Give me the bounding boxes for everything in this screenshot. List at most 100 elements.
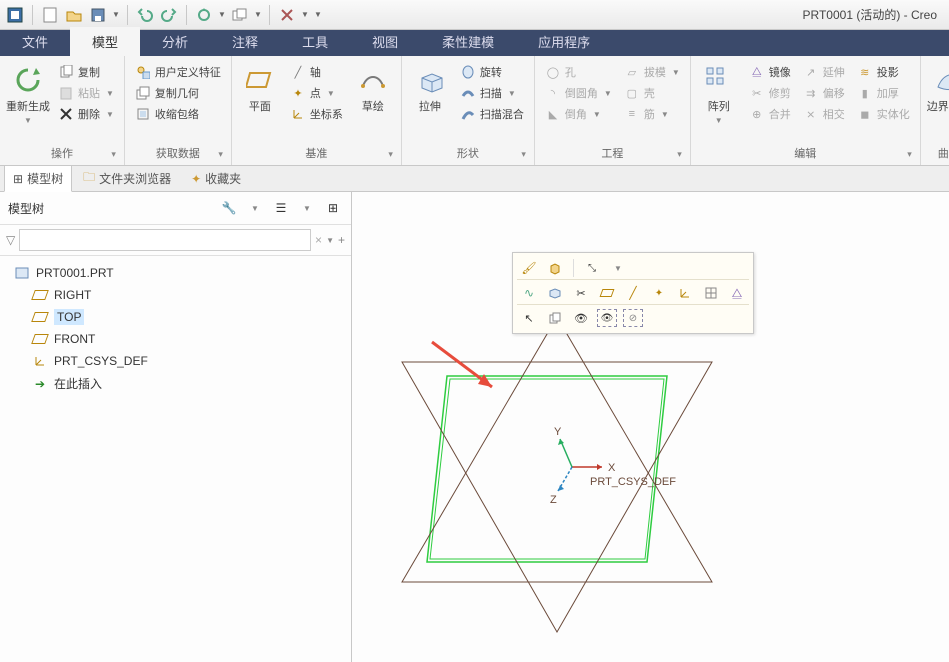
- paste-button[interactable]: 粘贴▼: [54, 83, 118, 103]
- mini-csys-icon[interactable]: [675, 284, 695, 302]
- filter-icon[interactable]: ▽: [6, 233, 15, 247]
- mini-axis-icon[interactable]: ╱: [623, 284, 643, 302]
- tab-analysis[interactable]: 分析: [140, 27, 210, 56]
- mini-caret[interactable]: ▼: [608, 259, 628, 277]
- new-icon[interactable]: [39, 4, 61, 26]
- save-icon[interactable]: [87, 4, 109, 26]
- tree-tool-1c[interactable]: ▼: [245, 198, 265, 218]
- extend-button: ↗延伸: [799, 62, 849, 82]
- sweep-button[interactable]: 扫描▼: [456, 83, 528, 103]
- open-icon[interactable]: [63, 4, 85, 26]
- tree-item-csys[interactable]: PRT_CSYS_DEF: [4, 350, 347, 372]
- axis-button[interactable]: ╱轴: [286, 62, 347, 82]
- group-shape: 拉伸 旋转 扫描▼ 扫描混合 形状▾: [402, 56, 535, 165]
- solidify-button: ◼实体化: [853, 104, 914, 124]
- redo-icon[interactable]: [158, 4, 180, 26]
- app-menu-icon[interactable]: [4, 4, 26, 26]
- copy-button[interactable]: 复制: [54, 62, 118, 82]
- group-eng: ◯孔 ◝倒圆角▼ ◣倒角▼ ▱拔模▼ ▢壳 ≡筋▼ 工程▾: [535, 56, 691, 165]
- tree-title: 模型树: [8, 200, 44, 217]
- regen-qat-icon[interactable]: [193, 4, 215, 26]
- point-button[interactable]: ✦点▼: [286, 83, 347, 103]
- tab-apps[interactable]: 应用程序: [516, 27, 612, 56]
- mini-box-icon[interactable]: [545, 284, 565, 302]
- plane-icon: [32, 331, 48, 347]
- csys-button[interactable]: 坐标系: [286, 104, 347, 124]
- tree-root[interactable]: PRT0001.PRT: [4, 262, 347, 284]
- tab-model-tree[interactable]: ⊞模型树: [4, 165, 72, 192]
- copygeom-button[interactable]: 复制几何: [131, 83, 225, 103]
- tab-folder-browser[interactable]: 🗀文件夹浏览器: [74, 163, 180, 194]
- close-qat-icon[interactable]: [276, 4, 298, 26]
- undo-icon[interactable]: [134, 4, 156, 26]
- plane-icon: [32, 309, 48, 325]
- tree-item-front[interactable]: FRONT: [4, 328, 347, 350]
- mirror-button[interactable]: ⧋镜像: [745, 62, 795, 82]
- mini-scissors-icon[interactable]: ✂: [571, 284, 591, 302]
- draft-button: ▱拔模▼: [620, 62, 684, 82]
- tab-file[interactable]: 文件: [0, 27, 70, 56]
- mini-copy-icon[interactable]: [545, 309, 565, 327]
- mini-paint-icon[interactable]: 🖌: [519, 259, 539, 277]
- boundary-blend-button[interactable]: 边界混合: [927, 60, 949, 145]
- project-button[interactable]: ≋投影: [853, 62, 914, 82]
- tree-item-top[interactable]: TOP: [4, 306, 347, 328]
- filter-add-icon[interactable]: +: [338, 233, 345, 247]
- plane-button[interactable]: 平面: [238, 60, 282, 145]
- tree-filter-input[interactable]: [19, 229, 311, 251]
- windows-icon[interactable]: [229, 4, 251, 26]
- thicken-button: ▮加厚: [853, 83, 914, 103]
- star-icon: ✦: [191, 172, 201, 186]
- regen-caret[interactable]: ▼: [217, 4, 227, 26]
- swept-blend-button[interactable]: 扫描混合: [456, 104, 528, 124]
- tree-tool-2[interactable]: ☰: [271, 198, 291, 218]
- shell-button: ▢壳: [620, 83, 684, 103]
- tree-tool-2c[interactable]: ▼: [297, 198, 317, 218]
- windows-caret[interactable]: ▼: [253, 4, 263, 26]
- tree-body: PRT0001.PRT RIGHT TOP FRONT PRT_CSYS_DEF…: [0, 256, 351, 662]
- mini-grid-icon[interactable]: [701, 284, 721, 302]
- mini-plane-icon[interactable]: [597, 284, 617, 302]
- mini-point-icon[interactable]: ✦: [649, 284, 669, 302]
- mini-hide-icon[interactable]: 👁: [571, 309, 591, 327]
- tree-tool-1[interactable]: 🔧: [219, 198, 239, 218]
- round-button: ◝倒圆角▼: [541, 83, 616, 103]
- graphics-area[interactable]: X Y Z PRT_CSYS_DEF 🖌 ⤡ ▼ ∿: [352, 192, 949, 662]
- tab-annotate[interactable]: 注释: [210, 27, 280, 56]
- group-operate: 重新生成▼ 复制 粘贴▼ 删除▼ 操作▾: [0, 56, 125, 165]
- intersect-button: ⨯相交: [799, 104, 849, 124]
- filter-caret[interactable]: ▼: [326, 236, 334, 245]
- tree-item-right[interactable]: RIGHT: [4, 284, 347, 306]
- mini-curve-icon[interactable]: ∿: [519, 284, 539, 302]
- tab-model[interactable]: 模型: [70, 27, 140, 56]
- tab-tools[interactable]: 工具: [280, 27, 350, 56]
- mini-hide-sel-icon[interactable]: ⊘: [623, 309, 643, 327]
- mini-mirror-icon[interactable]: ⧋: [727, 284, 747, 302]
- triangle-down[interactable]: [402, 362, 712, 632]
- extrude-button[interactable]: 拉伸: [408, 60, 452, 145]
- regenerate-button[interactable]: 重新生成▼: [6, 60, 50, 145]
- triangle-up[interactable]: [402, 317, 712, 582]
- qat-overflow[interactable]: ▼: [312, 4, 324, 26]
- delete-button[interactable]: 删除▼: [54, 104, 118, 124]
- folder-icon: 🗀: [83, 168, 95, 189]
- sketch-button[interactable]: 草绘: [351, 60, 395, 145]
- tab-flex[interactable]: 柔性建模: [420, 27, 516, 56]
- mini-show-sel-icon[interactable]: 👁: [597, 309, 617, 327]
- mini-select-icon[interactable]: ⤡: [582, 259, 602, 277]
- tree-tool-3[interactable]: ⊞: [323, 198, 343, 218]
- revolve-button[interactable]: 旋转: [456, 62, 528, 82]
- close-caret[interactable]: ▼: [300, 4, 310, 26]
- shrinkwrap-button[interactable]: 收缩包络: [131, 104, 225, 124]
- window-title: PRT0001 (活动的) - Creo: [803, 6, 937, 23]
- mini-cube-icon[interactable]: [545, 259, 565, 277]
- mini-arrow-icon[interactable]: ↖: [519, 309, 539, 327]
- tree-item-insert[interactable]: ➔ 在此插入: [4, 372, 347, 395]
- tab-view[interactable]: 视图: [350, 27, 420, 56]
- pattern-button[interactable]: 阵列▼: [697, 60, 741, 145]
- selection-mini-toolbar: 🖌 ⤡ ▼ ∿ ✂ ╱ ✦ ⧋ ↖ 👁 👁: [512, 252, 754, 334]
- udf-button[interactable]: 用户定义特征: [131, 62, 225, 82]
- filter-clear-icon[interactable]: ×: [315, 233, 322, 247]
- save-caret-icon[interactable]: ▼: [111, 4, 121, 26]
- tab-favorites[interactable]: ✦收藏夹: [182, 165, 250, 192]
